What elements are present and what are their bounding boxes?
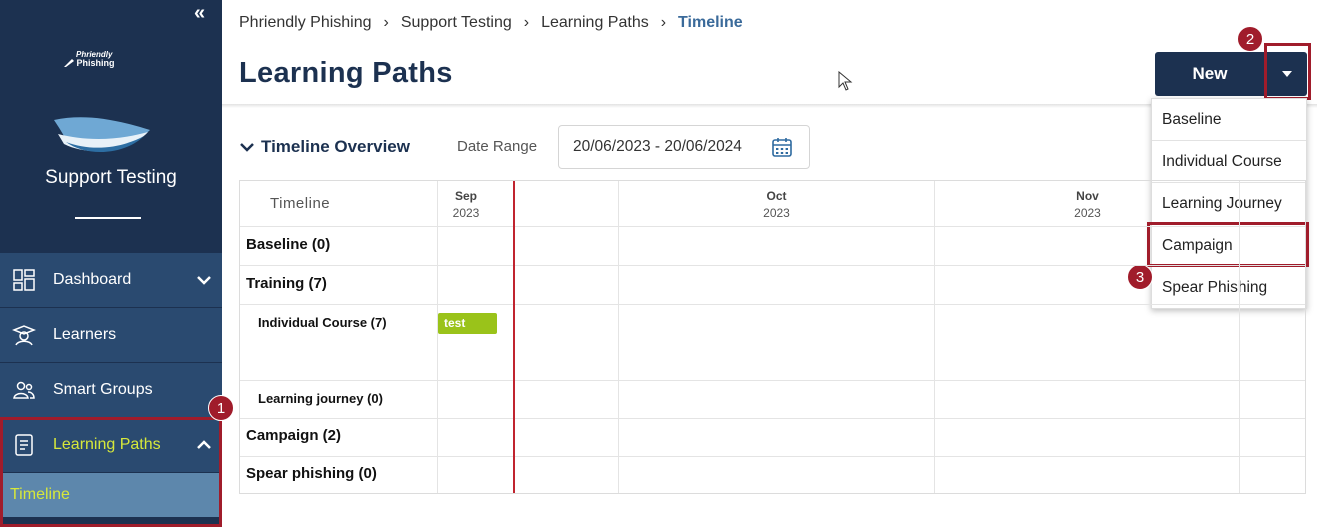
breadcrumb-item[interactable]: Support Testing — [401, 14, 512, 32]
grid-row-divider — [240, 226, 1305, 227]
timeline-column-header: Timeline — [270, 195, 331, 212]
sidebar-item-label: Smart Groups — [53, 381, 153, 398]
month-header-nov: Nov 2023 — [935, 188, 1240, 222]
row-individual-course[interactable]: Individual Course (7) — [258, 315, 387, 330]
month-year: 2023 — [1074, 206, 1101, 220]
menu-item-individual-course[interactable]: Individual Course — [1152, 141, 1306, 183]
breadcrumb: Phriendly Phishing › Support Testing › L… — [239, 14, 743, 32]
row-campaign[interactable]: Campaign (2) — [246, 427, 341, 444]
row-baseline[interactable]: Baseline (0) — [246, 236, 330, 253]
timeline-overview-label: Timeline Overview — [261, 137, 410, 156]
timeline-bar-test[interactable]: test — [438, 313, 497, 334]
month-name: Oct — [766, 189, 787, 203]
month-name: Nov — [1076, 189, 1099, 203]
grid-row-divider — [240, 265, 1305, 266]
breadcrumb-item[interactable]: Learning Paths — [541, 14, 649, 32]
sidebar-item-dashboard[interactable]: Dashboard — [0, 253, 222, 308]
breadcrumb-separator: › — [383, 14, 389, 31]
grid-row-divider — [240, 456, 1305, 457]
step-badge-1: 1 — [208, 395, 234, 421]
learners-icon — [12, 325, 36, 346]
timeline-overview-toggle[interactable]: Timeline Overview — [239, 137, 410, 157]
breadcrumb-separator: › — [660, 14, 667, 31]
month-name: Sep — [454, 189, 477, 203]
logo: Phriendly Phishing — [64, 50, 115, 68]
chevron-down-icon — [197, 276, 211, 285]
breadcrumb-item[interactable]: Phriendly Phishing — [239, 14, 372, 32]
date-range-label: Date Range — [457, 138, 538, 155]
dashboard-icon — [13, 269, 35, 291]
logo-bottom: Phishing — [64, 59, 115, 68]
today-marker-line — [513, 181, 515, 493]
step-badge-2: 2 — [1237, 26, 1263, 52]
date-range-input[interactable]: 20/06/2023 - 20/06/2024 — [558, 125, 810, 169]
grid-divider — [437, 181, 438, 493]
org-wave-icon — [54, 117, 150, 153]
logo-bottom-text: Phishing — [76, 58, 115, 68]
timeline-grid: Timeline Sep 2023 Oct 2023 Nov 2023 Base… — [239, 180, 1306, 494]
calendar-icon[interactable] — [771, 136, 793, 158]
highlight-learning-paths — [0, 417, 222, 527]
date-range-value: 20/06/2023 - 20/06/2024 — [573, 138, 742, 155]
sidebar-item-learners[interactable]: Learners — [0, 308, 222, 363]
row-spear-phishing[interactable]: Spear phishing (0) — [246, 465, 377, 482]
mouse-cursor-icon — [838, 71, 853, 91]
org-divider — [75, 217, 141, 219]
row-learning-journey[interactable]: Learning journey (0) — [258, 391, 383, 406]
grid-row-divider — [240, 418, 1305, 419]
smart-groups-icon — [13, 381, 35, 399]
sidebar-item-label: Dashboard — [53, 271, 132, 288]
org-name: Support Testing — [45, 167, 177, 188]
highlight-dropdown-toggle — [1264, 43, 1311, 100]
month-year: 2023 — [452, 206, 480, 220]
menu-item-baseline[interactable]: Baseline — [1152, 99, 1306, 141]
grid-divider — [1239, 181, 1240, 493]
row-training[interactable]: Training (7) — [246, 275, 327, 292]
sidebar-item-label: Learners — [53, 326, 117, 343]
grid-row-divider — [240, 380, 1305, 381]
month-header-sep: Sep 2023 — [438, 188, 494, 222]
grid-row-divider — [240, 304, 1305, 305]
grid-divider — [934, 181, 935, 493]
pen-icon — [64, 59, 74, 67]
breadcrumb-current: Timeline — [678, 14, 743, 31]
page-title: Learning Paths — [239, 57, 453, 89]
month-header-oct: Oct 2023 — [619, 188, 934, 222]
breadcrumb-separator: › — [523, 14, 530, 31]
chevron-down-icon — [240, 143, 254, 152]
grid-divider — [618, 181, 619, 493]
new-button[interactable]: New — [1155, 52, 1265, 96]
collapse-sidebar-icon[interactable]: « — [194, 2, 205, 25]
month-year: 2023 — [763, 206, 790, 220]
sidebar-item-smart-groups[interactable]: Smart Groups — [0, 363, 222, 418]
